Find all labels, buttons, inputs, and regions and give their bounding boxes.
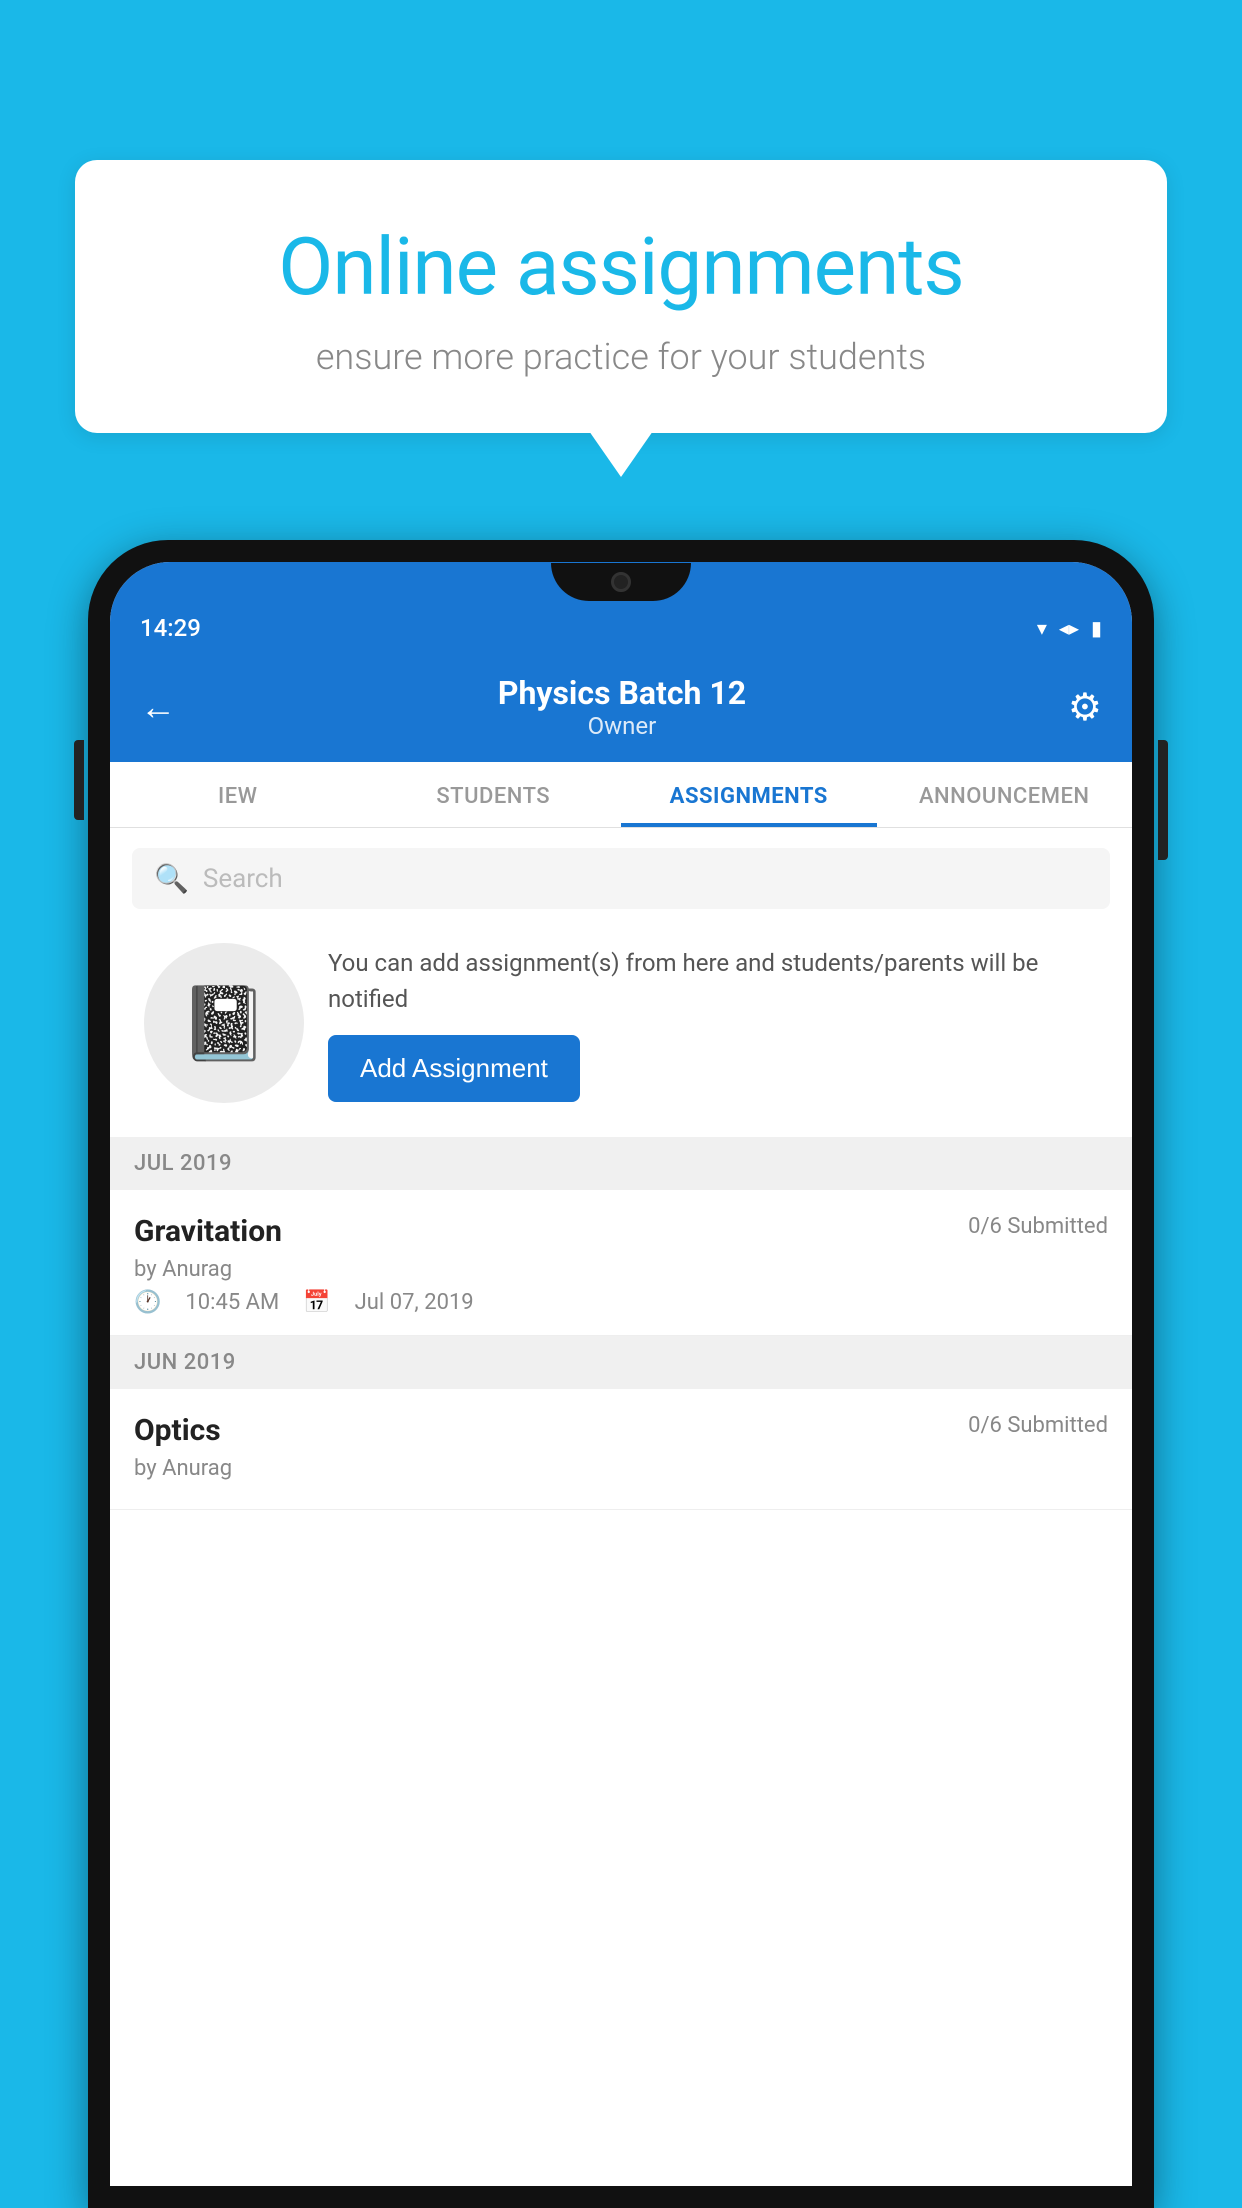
assignment-optics-name: Optics [134,1413,221,1448]
speech-bubble-card: Online assignments ensure more practice … [75,160,1167,433]
owner-label: Owner [498,712,746,740]
assignment-gravitation[interactable]: Gravitation 0/6 Submitted by Anurag 🕐 10… [110,1190,1132,1336]
bubble-subtitle: ensure more practice for your students [145,336,1097,378]
assignment-optics-submitted: 0/6 Submitted [968,1413,1108,1438]
month-separator-jul: JUL 2019 [110,1137,1132,1190]
add-assignment-button[interactable]: Add Assignment [328,1035,580,1102]
assignment-time: 10:45 AM [185,1290,279,1315]
tab-assignments[interactable]: ASSIGNMENTS [621,762,877,827]
promo-content: You can add assignment(s) from here and … [328,945,1098,1102]
settings-icon[interactable]: ⚙ [1068,685,1102,730]
clock-icon: 🕐 [134,1290,161,1315]
submitted-badge: 0/6 Submitted [968,1214,1108,1239]
bubble-title: Online assignments [145,220,1097,314]
search-bar[interactable]: 🔍 Search [132,848,1110,909]
assignment-date: Jul 07, 2019 [355,1290,474,1315]
search-placeholder: Search [203,864,283,894]
assignment-optics-author: by Anurag [134,1456,1108,1481]
search-icon: 🔍 [154,862,189,895]
status-icons: ▾ ◂▸ ▮ [1037,616,1102,640]
promo-description: You can add assignment(s) from here and … [328,945,1098,1017]
phone-screen: 14:29 ▾ ◂▸ ▮ ← Physics Batch 12 Owner ⚙ … [110,562,1132,2186]
back-button[interactable]: ← [140,686,176,728]
battery-icon: ▮ [1091,616,1102,640]
wifi-icon: ▾ [1037,616,1047,640]
promo-icon-circle: 📓 [144,943,304,1103]
month-separator-jun: JUN 2019 [110,1336,1132,1389]
notebook-icon: 📓 [179,981,269,1066]
assignment-optics[interactable]: Optics 0/6 Submitted by Anurag [110,1389,1132,1510]
status-time: 14:29 [140,614,201,642]
promo-card: 📓 You can add assignment(s) from here an… [132,925,1110,1121]
assignment-top: Gravitation 0/6 Submitted [134,1214,1108,1249]
tab-bar: IEW STUDENTS ASSIGNMENTS ANNOUNCEMEN [110,762,1132,828]
batch-name: Physics Batch 12 [498,674,746,712]
camera-notch [551,563,691,601]
tab-iew[interactable]: IEW [110,762,366,827]
assignment-name: Gravitation [134,1214,282,1249]
signal-icon: ◂▸ [1059,616,1079,640]
header-title-group: Physics Batch 12 Owner [498,674,746,740]
camera-dot [611,572,631,592]
assignment-time-date: 🕐 10:45 AM 📅 Jul 07, 2019 [134,1290,1108,1315]
app-header: ← Physics Batch 12 Owner ⚙ [110,654,1132,762]
assignment-optics-top: Optics 0/6 Submitted [134,1413,1108,1448]
content-area: 🔍 Search 📓 You can add assignment(s) fro… [110,828,1132,1510]
tab-students[interactable]: STUDENTS [366,762,622,827]
tab-announcements[interactable]: ANNOUNCEMEN [877,762,1133,827]
assignment-author: by Anurag [134,1257,1108,1282]
status-bar: 14:29 ▾ ◂▸ ▮ [110,602,1132,654]
notch-bar [110,562,1132,602]
calendar-icon: 📅 [303,1290,330,1315]
phone-frame: 14:29 ▾ ◂▸ ▮ ← Physics Batch 12 Owner ⚙ … [88,540,1154,2208]
